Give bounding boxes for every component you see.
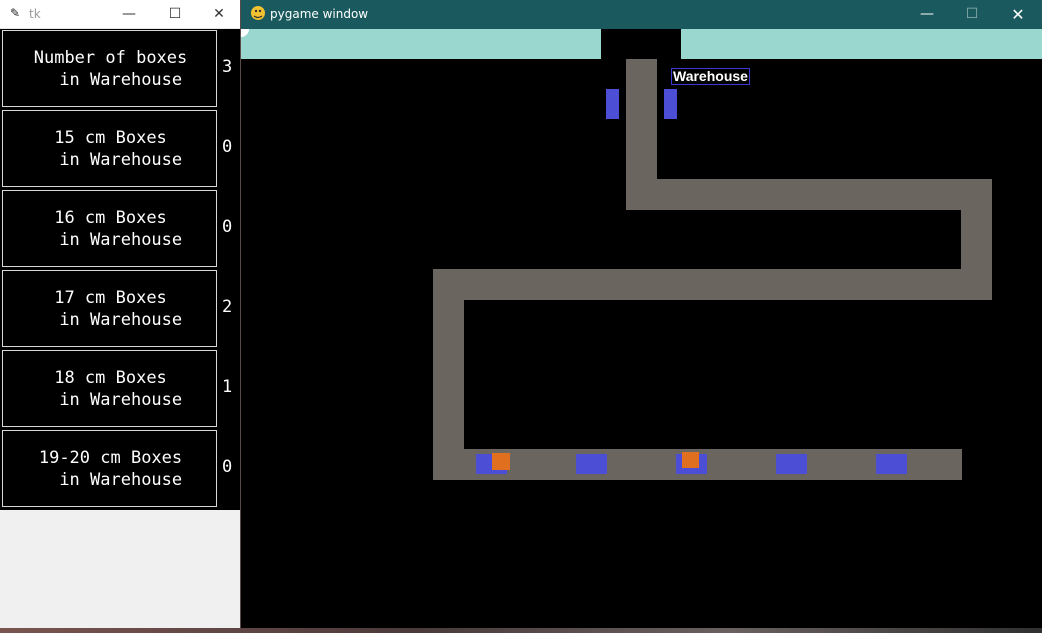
box-item [682, 452, 699, 468]
pygame-window-title: pygame window [270, 7, 369, 21]
stat-value: 2 [222, 297, 233, 317]
stat-value: 3 [222, 57, 233, 77]
stat-value: 1 [222, 377, 233, 397]
box [776, 454, 807, 474]
stat-label: 18 cm Boxes in Warehouse [54, 368, 183, 410]
stat-value: 0 [222, 137, 233, 157]
pygame-window: pygame window — ☐ ✕ Warehouse [241, 0, 1042, 628]
conveyor-horizontal-upper [626, 179, 992, 210]
feather-icon: ✎ [10, 6, 21, 20]
warehouse-gate-right [664, 89, 677, 119]
top-strip-right [681, 29, 1042, 59]
pygame-title-bar[interactable]: pygame window — ☐ ✕ [241, 0, 1042, 29]
stat-label: 16 cm Boxes in Warehouse [54, 208, 183, 250]
stat-row-15cm: 15 cm Boxes in Warehouse 0 [0, 109, 240, 189]
stat-row-total: Number of boxes in Warehouse 3 [0, 29, 240, 109]
maximize-button[interactable]: ☐ [949, 0, 995, 29]
stat-row-19-20cm: 19-20 cm Boxes in Warehouse 0 [0, 429, 240, 509]
stat-value: 0 [222, 217, 233, 237]
desktop-background [0, 628, 1042, 633]
stat-row-16cm: 16 cm Boxes in Warehouse 0 [0, 189, 240, 269]
tk-title-bar[interactable]: ✎ tk — ☐ ✕ [0, 0, 240, 29]
tk-empty-area [0, 510, 240, 628]
stat-label-box: 16 cm Boxes in Warehouse [2, 190, 217, 267]
maximize-button[interactable]: ☐ [152, 0, 198, 29]
warehouse-gate-left [606, 89, 619, 119]
stat-row-17cm: 17 cm Boxes in Warehouse 2 [0, 269, 240, 349]
stat-label: 15 cm Boxes in Warehouse [54, 128, 183, 170]
close-button[interactable]: ✕ [995, 0, 1041, 29]
stat-label-box: 15 cm Boxes in Warehouse [2, 110, 217, 187]
stat-label: 19-20 cm Boxes in Warehouse [38, 448, 183, 490]
stat-label-box: 19-20 cm Boxes in Warehouse [2, 430, 217, 507]
stat-row-18cm: 18 cm Boxes in Warehouse 1 [0, 349, 240, 429]
stat-label-box: 18 cm Boxes in Warehouse [2, 350, 217, 427]
stat-label-box: 17 cm Boxes in Warehouse [2, 270, 217, 347]
stats-panel: Number of boxes in Warehouse 3 15 cm Box… [0, 29, 240, 510]
stat-label-box: Number of boxes in Warehouse [2, 30, 217, 107]
stat-value: 0 [222, 457, 233, 477]
tk-window: ✎ tk — ☐ ✕ Number of boxes in Warehouse … [0, 0, 240, 628]
stat-label: 17 cm Boxes in Warehouse [54, 288, 183, 330]
close-button[interactable]: ✕ [196, 0, 242, 29]
conveyor-horizontal-middle [433, 269, 992, 300]
snake-icon [251, 6, 265, 20]
box [576, 454, 607, 474]
warehouse-label: Warehouse [671, 68, 750, 85]
box-item [492, 453, 510, 470]
minimize-button[interactable]: — [904, 0, 950, 29]
box [876, 454, 907, 474]
stat-label: Number of boxes in Warehouse [33, 48, 188, 90]
minimize-button[interactable]: — [106, 0, 152, 29]
top-strip-left [241, 29, 601, 59]
tk-window-title: tk [29, 7, 41, 21]
game-canvas[interactable]: Warehouse [241, 29, 1042, 628]
